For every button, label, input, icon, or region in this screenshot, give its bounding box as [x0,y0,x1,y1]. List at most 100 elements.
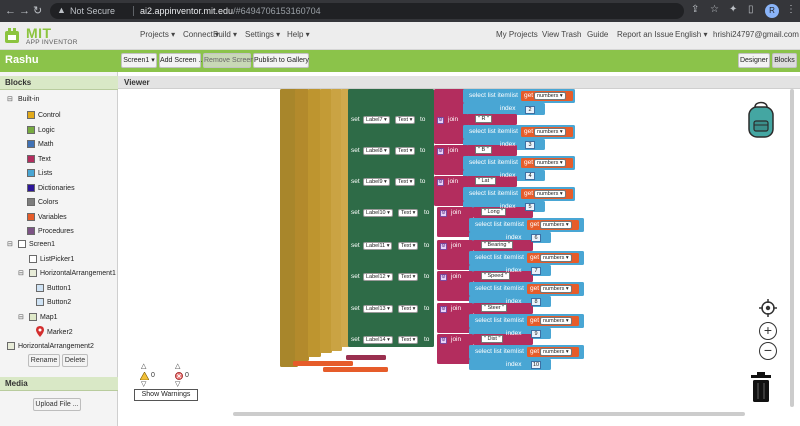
mutator-gear-icon[interactable]: ⚙ [440,306,447,313]
tree-map1[interactable]: Map1 [40,314,58,321]
menu-settings[interactable]: Settings ▾ [245,30,280,39]
recenter-icon[interactable] [759,299,777,317]
show-warnings-button[interactable]: Show Warnings [134,389,198,401]
backpack-icon[interactable] [743,99,779,141]
variable-dropdown[interactable]: numbers ▾ [540,221,572,229]
link-view-trash[interactable]: View Trash [542,30,581,39]
text-property-dropdown[interactable]: Text ▾ [398,336,419,344]
label-component-dropdown[interactable]: Label12 ▾ [363,273,393,281]
blocks-workspace[interactable]: select list item list get numbers ▾ index 2 se… [118,89,800,426]
tree-screen1[interactable]: Screen1 [29,241,55,248]
index-number[interactable]: 5 [525,203,535,211]
index-number[interactable]: 10 [531,361,541,369]
variable-dropdown[interactable]: numbers ▾ [540,285,572,293]
index-number[interactable]: 2 [525,106,535,114]
menu-projects[interactable]: Projects ▾ [140,30,175,39]
sidebar-icon[interactable]: ▯ [748,4,754,15]
menu-build[interactable]: Build ▾ [213,30,237,39]
string-value[interactable]: " Steer " [481,304,508,312]
errors-up-icon[interactable]: △ [175,362,180,370]
vertical-scrollbar[interactable] [790,89,794,407]
builtin-label[interactable]: Built-in [18,96,39,103]
string-value[interactable]: " Long " [481,208,507,216]
text-property-dropdown[interactable]: Text ▾ [398,209,419,217]
variable-dropdown[interactable]: numbers ▾ [540,348,572,356]
category-procedures[interactable]: Procedures [38,228,74,235]
mutator-gear-icon[interactable]: ⚙ [440,337,447,344]
screen-selector[interactable]: Screen1 ▾ [121,53,157,68]
mutator-gear-icon[interactable]: ⚙ [440,210,447,217]
string-value[interactable]: " Lat " [475,177,496,185]
string-value[interactable]: " Bearing " [481,241,513,249]
link-my-projects[interactable]: My Projects [496,30,538,39]
back-arrow-icon[interactable]: ← [5,5,16,17]
label-component-dropdown[interactable]: Label10 ▾ [363,209,393,217]
tree-marker2[interactable]: Marker2 [47,329,73,336]
label-component-dropdown[interactable]: Label14 ▾ [363,336,393,344]
mutator-gear-icon[interactable]: ⚙ [437,148,444,155]
variable-dropdown[interactable]: numbers ▾ [540,254,572,262]
collapse-builtin-icon[interactable]: ⊟ [7,95,13,103]
category-lists[interactable]: Lists [38,170,52,177]
reload-icon[interactable]: ↻ [33,5,42,17]
text-property-dropdown[interactable]: Text ▾ [398,305,419,313]
tree-button1[interactable]: Button1 [47,285,71,292]
label-component-dropdown[interactable]: Label11 ▾ [363,242,393,250]
tree-horizontalarrangement1[interactable]: HorizontalArrangement1 [40,270,116,277]
tree-horizontalarrangement2[interactable]: HorizontalArrangement2 [18,343,94,350]
collapse-map-icon[interactable]: ⊟ [18,313,24,321]
label-component-dropdown[interactable]: Label9 ▾ [363,178,390,186]
collapse-arrangement1-icon[interactable]: ⊟ [18,269,24,277]
variable-dropdown[interactable]: numbers ▾ [534,190,566,198]
add-screen-button[interactable]: Add Screen ... [159,53,204,68]
app-inventor-logo[interactable]: MIT APP INVENTOR [4,25,86,47]
variable-dropdown[interactable]: numbers ▾ [534,159,566,167]
tree-button2[interactable]: Button2 [47,299,71,306]
category-control[interactable]: Control [38,112,61,119]
text-property-dropdown[interactable]: Text ▾ [398,273,419,281]
profile-avatar[interactable]: R [765,4,779,18]
string-value[interactable]: " Speed " [481,272,510,280]
variable-dropdown[interactable]: numbers ▾ [540,317,572,325]
text-property-dropdown[interactable]: Text ▾ [395,116,416,124]
mutator-gear-icon[interactable]: ⚙ [437,179,444,186]
link-report-issue[interactable]: Report an Issue [617,30,673,39]
category-text[interactable]: Text [38,156,51,163]
warnings-up-icon[interactable]: △ [141,362,146,370]
remove-screen-button[interactable]: Remove Screen [203,53,254,68]
index-number[interactable]: 6 [531,234,541,242]
errors-down-icon[interactable]: ▽ [175,380,180,388]
category-math[interactable]: Math [38,141,54,148]
variable-dropdown[interactable]: numbers ▾ [534,128,566,136]
text-property-dropdown[interactable]: Text ▾ [395,178,416,186]
category-colors[interactable]: Colors [38,199,58,206]
link-guide[interactable]: Guide [587,30,608,39]
string-value[interactable]: " B " [475,146,492,154]
collapse-screen-icon[interactable]: ⊟ [7,240,13,248]
mutator-gear-icon[interactable]: ⚙ [440,243,447,250]
label-component-dropdown[interactable]: Label13 ▾ [363,305,393,313]
address-bar[interactable]: ▲ Not Secure ai2.appinventor.mit.edu/#64… [50,3,684,19]
text-property-dropdown[interactable]: Text ▾ [395,147,416,155]
label-component-dropdown[interactable]: Label7 ▾ [363,116,390,124]
index-number[interactable]: 3 [525,141,535,149]
zoom-in-icon[interactable]: + [759,322,777,340]
menu-help[interactable]: Help ▾ [287,30,310,39]
index-number[interactable]: 8 [531,298,541,306]
index-number[interactable]: 7 [531,267,541,275]
share-icon[interactable]: ⇪ [691,4,699,15]
designer-button[interactable]: Designer [738,53,770,68]
index-number[interactable]: 4 [525,172,535,180]
tree-listpicker1[interactable]: ListPicker1 [40,256,74,263]
variable-dropdown[interactable]: numbers ▾ [534,92,566,100]
blocks-button[interactable]: Blocks [772,53,797,68]
delete-button[interactable]: Delete [62,354,88,367]
forward-arrow-icon[interactable]: → [19,5,30,17]
bookmark-star-icon[interactable]: ☆ [710,4,719,15]
upload-file-button[interactable]: Upload File ... [33,398,81,411]
warnings-down-icon[interactable]: ▽ [141,380,146,388]
string-value[interactable]: " Dist " [481,335,504,343]
label-component-dropdown[interactable]: Label8 ▾ [363,147,390,155]
extensions-icon[interactable]: ✦ [729,4,737,15]
string-value[interactable]: " R " [475,115,492,123]
